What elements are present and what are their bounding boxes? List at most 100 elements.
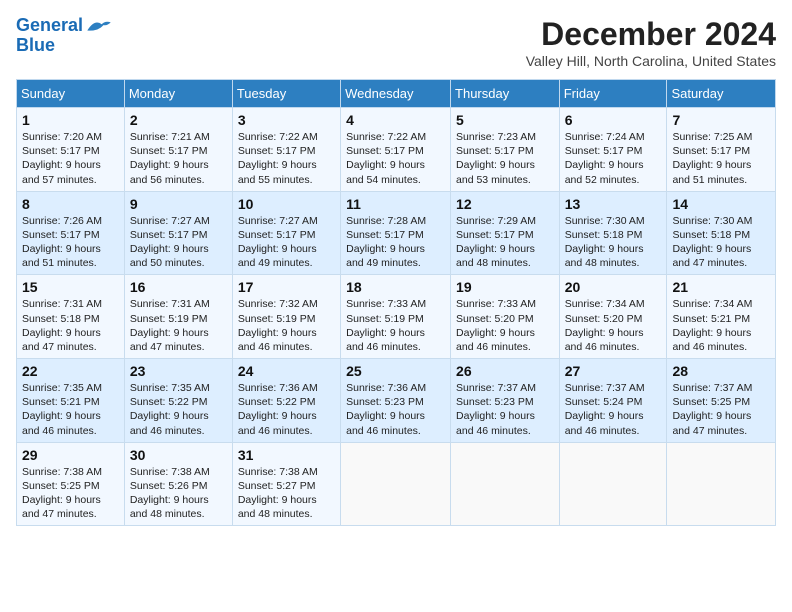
- calendar-cell: 12Sunrise: 7:29 AMSunset: 5:17 PMDayligh…: [451, 191, 560, 275]
- day-number: 13: [565, 196, 662, 212]
- day-number: 7: [672, 112, 770, 128]
- day-number: 4: [346, 112, 445, 128]
- cell-content: Sunrise: 7:31 AMSunset: 5:19 PMDaylight:…: [130, 297, 227, 354]
- day-number: 19: [456, 279, 554, 295]
- header: General Blue December 2024 Valley Hill, …: [16, 16, 776, 69]
- logo-blue: Blue: [16, 35, 55, 55]
- day-number: 29: [22, 447, 119, 463]
- weekday-header-tuesday: Tuesday: [232, 80, 340, 108]
- day-number: 10: [238, 196, 335, 212]
- day-number: 28: [672, 363, 770, 379]
- day-number: 24: [238, 363, 335, 379]
- calendar-week-2: 8Sunrise: 7:26 AMSunset: 5:17 PMDaylight…: [17, 191, 776, 275]
- cell-content: Sunrise: 7:27 AMSunset: 5:17 PMDaylight:…: [130, 214, 227, 271]
- calendar-cell: 28 Sunrise: 7:37 AMSunset: 5:25 PMDayligh…: [667, 359, 776, 443]
- calendar-cell: 22Sunrise: 7:35 AMSunset: 5:21 PMDayligh…: [17, 359, 125, 443]
- logo-general: General: [16, 15, 83, 35]
- calendar-cell: [559, 442, 667, 526]
- calendar-cell: 14 Sunrise: 7:30 AMSunset: 5:18 PMDayligh…: [667, 191, 776, 275]
- day-number: 16: [130, 279, 227, 295]
- day-number: 11: [346, 196, 445, 212]
- day-number: 25: [346, 363, 445, 379]
- logo-bird-icon: [85, 17, 113, 35]
- calendar-week-4: 22Sunrise: 7:35 AMSunset: 5:21 PMDayligh…: [17, 359, 776, 443]
- cell-content: Sunrise: 7:30 AMSunset: 5:18 PMDaylight:…: [672, 214, 770, 271]
- day-number: 2: [130, 112, 227, 128]
- weekday-header-wednesday: Wednesday: [341, 80, 451, 108]
- cell-content: Sunrise: 7:34 AMSunset: 5:20 PMDaylight:…: [565, 297, 662, 354]
- calendar-cell: 20 Sunrise: 7:34 AMSunset: 5:20 PMDayligh…: [559, 275, 667, 359]
- calendar-cell: 26Sunrise: 7:37 AMSunset: 5:23 PMDayligh…: [451, 359, 560, 443]
- cell-content: Sunrise: 7:27 AMSunset: 5:17 PMDaylight:…: [238, 214, 335, 271]
- cell-content: Sunrise: 7:38 AMSunset: 5:25 PMDaylight:…: [22, 465, 119, 522]
- calendar-cell: 11 Sunrise: 7:28 AMSunset: 5:17 PMDayligh…: [341, 191, 451, 275]
- cell-content: Sunrise: 7:26 AMSunset: 5:17 PMDaylight:…: [22, 214, 119, 271]
- day-number: 27: [565, 363, 662, 379]
- day-number: 23: [130, 363, 227, 379]
- calendar-cell: 31 Sunrise: 7:38 AMSunset: 5:27 PMDayligh…: [232, 442, 340, 526]
- cell-content: Sunrise: 7:22 AMSunset: 5:17 PMDaylight:…: [238, 130, 335, 187]
- cell-content: Sunrise: 7:31 AMSunset: 5:18 PMDaylight:…: [22, 297, 119, 354]
- weekday-header-sunday: Sunday: [17, 80, 125, 108]
- calendar-cell: 8Sunrise: 7:26 AMSunset: 5:17 PMDaylight…: [17, 191, 125, 275]
- day-number: 14: [672, 196, 770, 212]
- calendar-cell: 25 Sunrise: 7:36 AMSunset: 5:23 PMDayligh…: [341, 359, 451, 443]
- cell-content: Sunrise: 7:37 AMSunset: 5:24 PMDaylight:…: [565, 381, 662, 438]
- cell-content: Sunrise: 7:30 AMSunset: 5:18 PMDaylight:…: [565, 214, 662, 271]
- calendar-cell: 3Sunrise: 7:22 AMSunset: 5:17 PMDaylight…: [232, 108, 340, 192]
- calendar-cell: 4 Sunrise: 7:22 AMSunset: 5:17 PMDaylight…: [341, 108, 451, 192]
- calendar-cell: 29 Sunrise: 7:38 AMSunset: 5:25 PMDayligh…: [17, 442, 125, 526]
- calendar-cell: 2 Sunrise: 7:21 AMSunset: 5:17 PMDaylight…: [124, 108, 232, 192]
- calendar-cell: 18 Sunrise: 7:33 AMSunset: 5:19 PMDayligh…: [341, 275, 451, 359]
- cell-content: Sunrise: 7:21 AMSunset: 5:17 PMDaylight:…: [130, 130, 227, 187]
- calendar-week-3: 15 Sunrise: 7:31 AMSunset: 5:18 PMDayligh…: [17, 275, 776, 359]
- calendar-cell: [451, 442, 560, 526]
- calendar-cell: 19 Sunrise: 7:33 AMSunset: 5:20 PMDayligh…: [451, 275, 560, 359]
- day-number: 17: [238, 279, 335, 295]
- cell-content: Sunrise: 7:25 AMSunset: 5:17 PMDaylight:…: [672, 130, 770, 187]
- day-number: 5: [456, 112, 554, 128]
- cell-content: Sunrise: 7:29 AMSunset: 5:17 PMDaylight:…: [456, 214, 554, 271]
- calendar-cell: 15 Sunrise: 7:31 AMSunset: 5:18 PMDayligh…: [17, 275, 125, 359]
- cell-content: Sunrise: 7:22 AMSunset: 5:17 PMDaylight:…: [346, 130, 445, 187]
- day-number: 31: [238, 447, 335, 463]
- calendar-cell: 5Sunrise: 7:23 AMSunset: 5:17 PMDaylight…: [451, 108, 560, 192]
- weekday-header-row: SundayMondayTuesdayWednesdayThursdayFrid…: [17, 80, 776, 108]
- calendar-cell: 27 Sunrise: 7:37 AMSunset: 5:24 PMDayligh…: [559, 359, 667, 443]
- cell-content: Sunrise: 7:33 AMSunset: 5:19 PMDaylight:…: [346, 297, 445, 354]
- location: Valley Hill, North Carolina, United Stat…: [526, 53, 776, 69]
- cell-content: Sunrise: 7:35 AMSunset: 5:22 PMDaylight:…: [130, 381, 227, 438]
- weekday-header-thursday: Thursday: [451, 80, 560, 108]
- day-number: 6: [565, 112, 662, 128]
- cell-content: Sunrise: 7:20 AMSunset: 5:17 PMDaylight:…: [22, 130, 119, 187]
- calendar-cell: 13 Sunrise: 7:30 AMSunset: 5:18 PMDayligh…: [559, 191, 667, 275]
- cell-content: Sunrise: 7:36 AMSunset: 5:23 PMDaylight:…: [346, 381, 445, 438]
- calendar-cell: 24 Sunrise: 7:36 AMSunset: 5:22 PMDayligh…: [232, 359, 340, 443]
- cell-content: Sunrise: 7:32 AMSunset: 5:19 PMDaylight:…: [238, 297, 335, 354]
- calendar-week-5: 29 Sunrise: 7:38 AMSunset: 5:25 PMDayligh…: [17, 442, 776, 526]
- weekday-header-monday: Monday: [124, 80, 232, 108]
- weekday-header-saturday: Saturday: [667, 80, 776, 108]
- calendar-week-1: 1Sunrise: 7:20 AMSunset: 5:17 PMDaylight…: [17, 108, 776, 192]
- calendar-cell: 6 Sunrise: 7:24 AMSunset: 5:17 PMDaylight…: [559, 108, 667, 192]
- calendar-cell: 30 Sunrise: 7:38 AMSunset: 5:26 PMDayligh…: [124, 442, 232, 526]
- day-number: 21: [672, 279, 770, 295]
- calendar-cell: [341, 442, 451, 526]
- cell-content: Sunrise: 7:37 AMSunset: 5:25 PMDaylight:…: [672, 381, 770, 438]
- cell-content: Sunrise: 7:38 AMSunset: 5:26 PMDaylight:…: [130, 465, 227, 522]
- day-number: 30: [130, 447, 227, 463]
- cell-content: Sunrise: 7:37 AMSunset: 5:23 PMDaylight:…: [456, 381, 554, 438]
- cell-content: Sunrise: 7:28 AMSunset: 5:17 PMDaylight:…: [346, 214, 445, 271]
- calendar-cell: 10 Sunrise: 7:27 AMSunset: 5:17 PMDayligh…: [232, 191, 340, 275]
- calendar-cell: 17 Sunrise: 7:32 AMSunset: 5:19 PMDayligh…: [232, 275, 340, 359]
- cell-content: Sunrise: 7:33 AMSunset: 5:20 PMDaylight:…: [456, 297, 554, 354]
- weekday-header-friday: Friday: [559, 80, 667, 108]
- cell-content: Sunrise: 7:36 AMSunset: 5:22 PMDaylight:…: [238, 381, 335, 438]
- day-number: 18: [346, 279, 445, 295]
- cell-content: Sunrise: 7:35 AMSunset: 5:21 PMDaylight:…: [22, 381, 119, 438]
- calendar-cell: 21Sunrise: 7:34 AMSunset: 5:21 PMDayligh…: [667, 275, 776, 359]
- cell-content: Sunrise: 7:38 AMSunset: 5:27 PMDaylight:…: [238, 465, 335, 522]
- day-number: 20: [565, 279, 662, 295]
- cell-content: Sunrise: 7:24 AMSunset: 5:17 PMDaylight:…: [565, 130, 662, 187]
- day-number: 15: [22, 279, 119, 295]
